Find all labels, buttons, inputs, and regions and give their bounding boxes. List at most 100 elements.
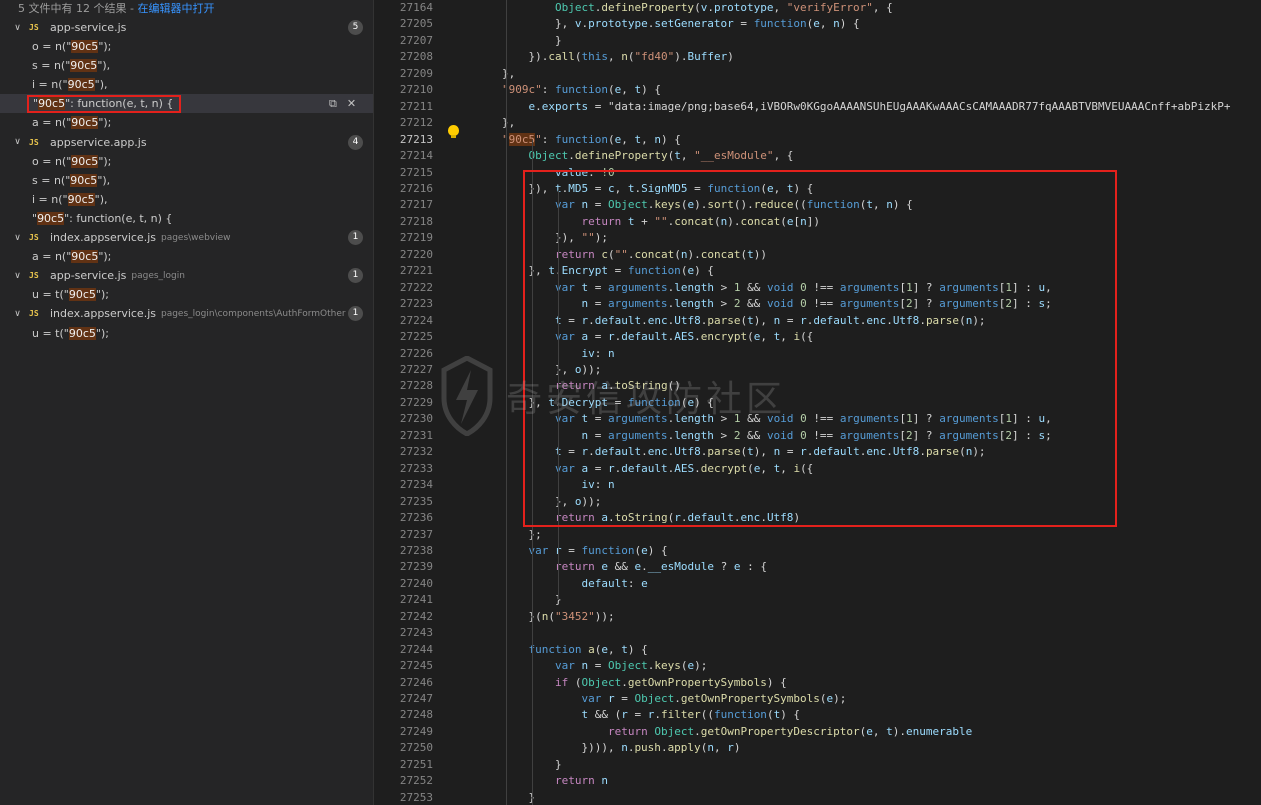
code-line[interactable]: var n = Object.keys(e).sort().reduce((fu… bbox=[449, 197, 1261, 213]
code-token: ({ bbox=[800, 461, 814, 475]
code-line[interactable]: return c("".concat(n).concat(t)) bbox=[449, 247, 1261, 263]
result-match-row[interactable]: s = n("90c5"), bbox=[0, 171, 373, 190]
result-match-row[interactable]: u = t("90c5"); bbox=[0, 285, 373, 304]
result-match-row[interactable]: o = n("90c5"); bbox=[0, 37, 373, 56]
code-line[interactable]: }), ""); bbox=[449, 230, 1261, 246]
match-suffix: "), bbox=[94, 192, 108, 206]
code-line[interactable]: default: e bbox=[449, 576, 1261, 592]
code-line[interactable]: var t = arguments.length > 1 && void 0 !… bbox=[449, 411, 1261, 427]
code-token: ( bbox=[780, 214, 787, 228]
code-line[interactable]: }))), n.push.apply(n, r) bbox=[449, 740, 1261, 756]
chevron-down-icon[interactable]: ∨ bbox=[13, 233, 22, 243]
code-line[interactable]: } bbox=[449, 757, 1261, 773]
code-line[interactable]: "909c": function(e, t) { bbox=[449, 82, 1261, 98]
code-line[interactable]: Object.defineProperty(v.prototype, "veri… bbox=[449, 0, 1261, 16]
replace-icon[interactable]: ⧉ bbox=[329, 94, 337, 113]
code-line[interactable]: return a.toString() bbox=[449, 378, 1261, 394]
result-match-row[interactable]: a = n("90c5"); bbox=[0, 113, 373, 132]
code-line[interactable]: t = r.default.enc.Utf8.parse(t), n = r.d… bbox=[449, 444, 1261, 460]
result-count-badge: 5 bbox=[348, 20, 363, 35]
result-file-row[interactable]: ∨ JS app-service.js pages_login 1 bbox=[0, 266, 373, 285]
result-match-row[interactable]: a = n("90c5"); bbox=[0, 247, 373, 266]
code-line[interactable]: return n bbox=[449, 773, 1261, 789]
code-token: concat bbox=[740, 214, 781, 228]
chevron-down-icon[interactable]: ∨ bbox=[13, 137, 22, 147]
code-line[interactable]: } bbox=[449, 790, 1261, 805]
code-line[interactable]: return t + "".concat(n).concat(e[n]) bbox=[449, 214, 1261, 230]
code-line[interactable]: t = r.default.enc.Utf8.parse(t), n = r.d… bbox=[449, 313, 1261, 329]
code-line[interactable]: }; bbox=[449, 527, 1261, 543]
chevron-down-icon[interactable]: ∨ bbox=[13, 271, 22, 281]
code-line[interactable]: var r = Object.getOwnPropertySymbols(e); bbox=[449, 691, 1261, 707]
code-token: concat bbox=[634, 247, 675, 261]
code-token: arguments bbox=[939, 412, 999, 426]
code-line[interactable]: return Object.getOwnPropertyDescriptor(e… bbox=[449, 724, 1261, 740]
code-line[interactable]: return e && e.__esModule ? e : { bbox=[449, 559, 1261, 575]
result-file-row[interactable]: ∨ JS index.appservice.js pages\webview 1 bbox=[0, 228, 373, 247]
code-token: concat bbox=[700, 247, 741, 261]
code-token: Utf8 bbox=[766, 511, 794, 525]
result-match-row[interactable]: "90c5": function(e, t, n) { bbox=[0, 209, 373, 228]
code-line[interactable]: }(n("3452")); bbox=[449, 609, 1261, 625]
chevron-down-icon[interactable]: ∨ bbox=[13, 309, 22, 319]
code-token: ), bbox=[753, 313, 774, 327]
js-file-icon: JS bbox=[29, 233, 39, 243]
code-line[interactable]: n = arguments.length > 2 && void 0 !== a… bbox=[449, 428, 1261, 444]
result-match-row[interactable]: "90c5": function(e, t, n) {⧉ ✕ bbox=[0, 94, 373, 114]
code-line[interactable]: n = arguments.length > 2 && void 0 !== a… bbox=[449, 296, 1261, 312]
code-line[interactable]: return a.toString(r.default.enc.Utf8) bbox=[449, 510, 1261, 526]
code-line[interactable]: var t = arguments.length > 1 && void 0 !… bbox=[449, 280, 1261, 296]
open-in-editor-link[interactable]: 在编辑器中打开 bbox=[137, 2, 214, 15]
close-icon[interactable]: ✕ bbox=[347, 94, 356, 113]
result-file-row[interactable]: ∨ JS app-service.js 5 bbox=[0, 18, 373, 37]
code-line[interactable]: value: !0 bbox=[449, 165, 1261, 181]
code-token: ; bbox=[1045, 428, 1052, 442]
code-line[interactable]: iv: n bbox=[449, 346, 1261, 362]
code-line[interactable]: iv: n bbox=[449, 477, 1261, 493]
code-token: arguments bbox=[607, 412, 668, 426]
code-token: enc bbox=[740, 511, 761, 525]
code-token: + bbox=[634, 214, 655, 228]
code-area[interactable]: Object.defineProperty(v.prototype, "veri… bbox=[449, 0, 1261, 805]
code-token: call bbox=[548, 50, 575, 64]
chevron-down-icon[interactable]: ∨ bbox=[13, 23, 22, 33]
code-token: Utf8 bbox=[892, 445, 920, 459]
code-line[interactable]: e.exports = "data:image/png;base64,iVBOR… bbox=[449, 99, 1261, 115]
line-number: 27224 bbox=[399, 313, 433, 327]
result-match-row[interactable]: s = n("90c5"), bbox=[0, 56, 373, 75]
code-line[interactable]: if (Object.getOwnPropertySymbols) { bbox=[449, 675, 1261, 691]
code-line[interactable]: var a = r.default.AES.encrypt(e, t, i({ bbox=[449, 329, 1261, 345]
code-line[interactable]: }, o)); bbox=[449, 494, 1261, 510]
code-line[interactable]: "90c5": function(e, t, n) { bbox=[449, 132, 1261, 148]
code-line[interactable]: }, o)); bbox=[449, 362, 1261, 378]
code-line[interactable]: } bbox=[449, 592, 1261, 608]
result-match-row[interactable]: u = t("90c5"); bbox=[0, 324, 373, 343]
code-line[interactable]: var n = Object.keys(e); bbox=[449, 658, 1261, 674]
code-token: ) bbox=[793, 511, 801, 525]
code-line[interactable] bbox=[449, 625, 1261, 641]
code-line[interactable]: function a(e, t) { bbox=[449, 642, 1261, 658]
result-match-row[interactable]: i = n("90c5"), bbox=[0, 75, 373, 94]
code-line[interactable]: }), t.MD5 = c, t.SignMD5 = function(e, t… bbox=[449, 181, 1261, 197]
result-match-row[interactable]: i = n("90c5"), bbox=[0, 190, 373, 209]
code-line[interactable]: }).call(this, n("fd40").Buffer) bbox=[449, 49, 1261, 65]
code-editor[interactable]: 27164 27205 27207 27208 27209 27210 27211 27212… bbox=[375, 0, 1261, 805]
code-line[interactable]: }, t.Decrypt = function(e) { bbox=[449, 395, 1261, 411]
code-line[interactable]: var r = function(e) { bbox=[449, 543, 1261, 559]
result-file-row[interactable]: ∨ JS index.appservice.js pages_login\compon… bbox=[0, 304, 373, 323]
code-line[interactable]: }, bbox=[449, 115, 1261, 131]
code-line[interactable]: t && (r = r.filter((function(t) { bbox=[449, 707, 1261, 723]
code-line[interactable]: var a = r.default.AES.decrypt(e, t, i({ bbox=[449, 461, 1261, 477]
code-token: MD5 bbox=[568, 181, 589, 195]
code-token: = bbox=[588, 330, 608, 344]
code-token: = bbox=[780, 313, 801, 327]
code-line[interactable]: } bbox=[449, 33, 1261, 49]
code-line[interactable]: Object.defineProperty(t, "__esModule", { bbox=[449, 148, 1261, 164]
result-file-row[interactable]: ∨ JS appservice.app.js 4 bbox=[0, 133, 373, 152]
code-line[interactable]: }, v.prototype.setGenerator = function(e… bbox=[449, 16, 1261, 32]
code-line[interactable]: }, t.Encrypt = function(e) { bbox=[449, 263, 1261, 279]
result-match-row[interactable]: o = n("90c5"); bbox=[0, 152, 373, 171]
code-line[interactable]: }, bbox=[449, 66, 1261, 82]
